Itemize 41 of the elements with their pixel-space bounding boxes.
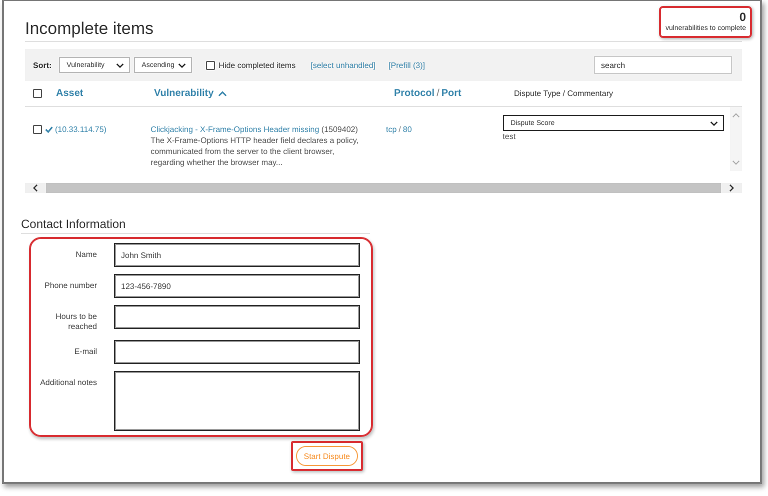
row-checkbox[interactable] [33, 125, 42, 134]
hide-completed-checkbox[interactable] [206, 60, 215, 70]
field-label: E-mail [73, 346, 97, 358]
field-label: Hours to be reached [54, 311, 97, 333]
asset-link[interactable]: (10.33.114.75) [55, 125, 106, 134]
field-label: Phone number [44, 280, 97, 292]
column-header[interactable]: Port [441, 88, 462, 99]
commentary-text: test [502, 132, 517, 141]
vulnerability-description: The X-Frame-Options HTTP header field declares a policy, communicated from the server to the client browser, regarding whether the browser may... [150, 136, 360, 168]
notes-field[interactable] [114, 370, 360, 431]
vulnerability-id: (1509402) [321, 125, 358, 134]
input-field[interactable]: John Smith [114, 243, 360, 267]
column-header: Dispute Type / Commentary [514, 89, 614, 98]
scroll-left-icon[interactable] [33, 184, 38, 192]
column-header[interactable]: Asset [56, 88, 154, 99]
field-label: Name [74, 249, 97, 260]
chevron-down-icon [116, 62, 124, 68]
counter-value: 0 [739, 10, 746, 24]
chevron-down-icon [178, 62, 186, 68]
toolbar-link[interactable]: [Prefill (3)] [388, 60, 425, 70]
separator-text: / [436, 88, 440, 99]
page-title: Incomplete items [25, 19, 154, 39]
section-title: Contact Information [21, 217, 370, 234]
select-all-checkbox[interactable] [33, 89, 42, 98]
chevron-down-icon [710, 120, 718, 126]
port-link[interactable]: 80 [402, 125, 412, 134]
input-field[interactable] [114, 305, 360, 329]
separator-text: / [398, 125, 401, 134]
field-label: Additional notes [39, 376, 97, 388]
sort-label: Sort: [33, 60, 52, 70]
scroll-right-icon[interactable] [729, 184, 734, 192]
search-field[interactable]: search [594, 56, 732, 74]
column-header[interactable]: Vulnerability [154, 88, 394, 99]
input-field[interactable]: 123-456-7890 [114, 274, 360, 298]
start-dispute-button[interactable]: Start Dispute [296, 446, 358, 466]
hide-completed-label: Hide completed items [218, 60, 296, 70]
input-field[interactable] [114, 340, 360, 364]
column-header[interactable]: Protocol [394, 88, 435, 99]
vulnerability-link[interactable]: Clickjacking - X-Frame-Options Header missing [150, 125, 320, 134]
protocol-link[interactable]: tcp [386, 125, 397, 134]
toolbar-link[interactable]: [select unhandled] [310, 60, 376, 70]
